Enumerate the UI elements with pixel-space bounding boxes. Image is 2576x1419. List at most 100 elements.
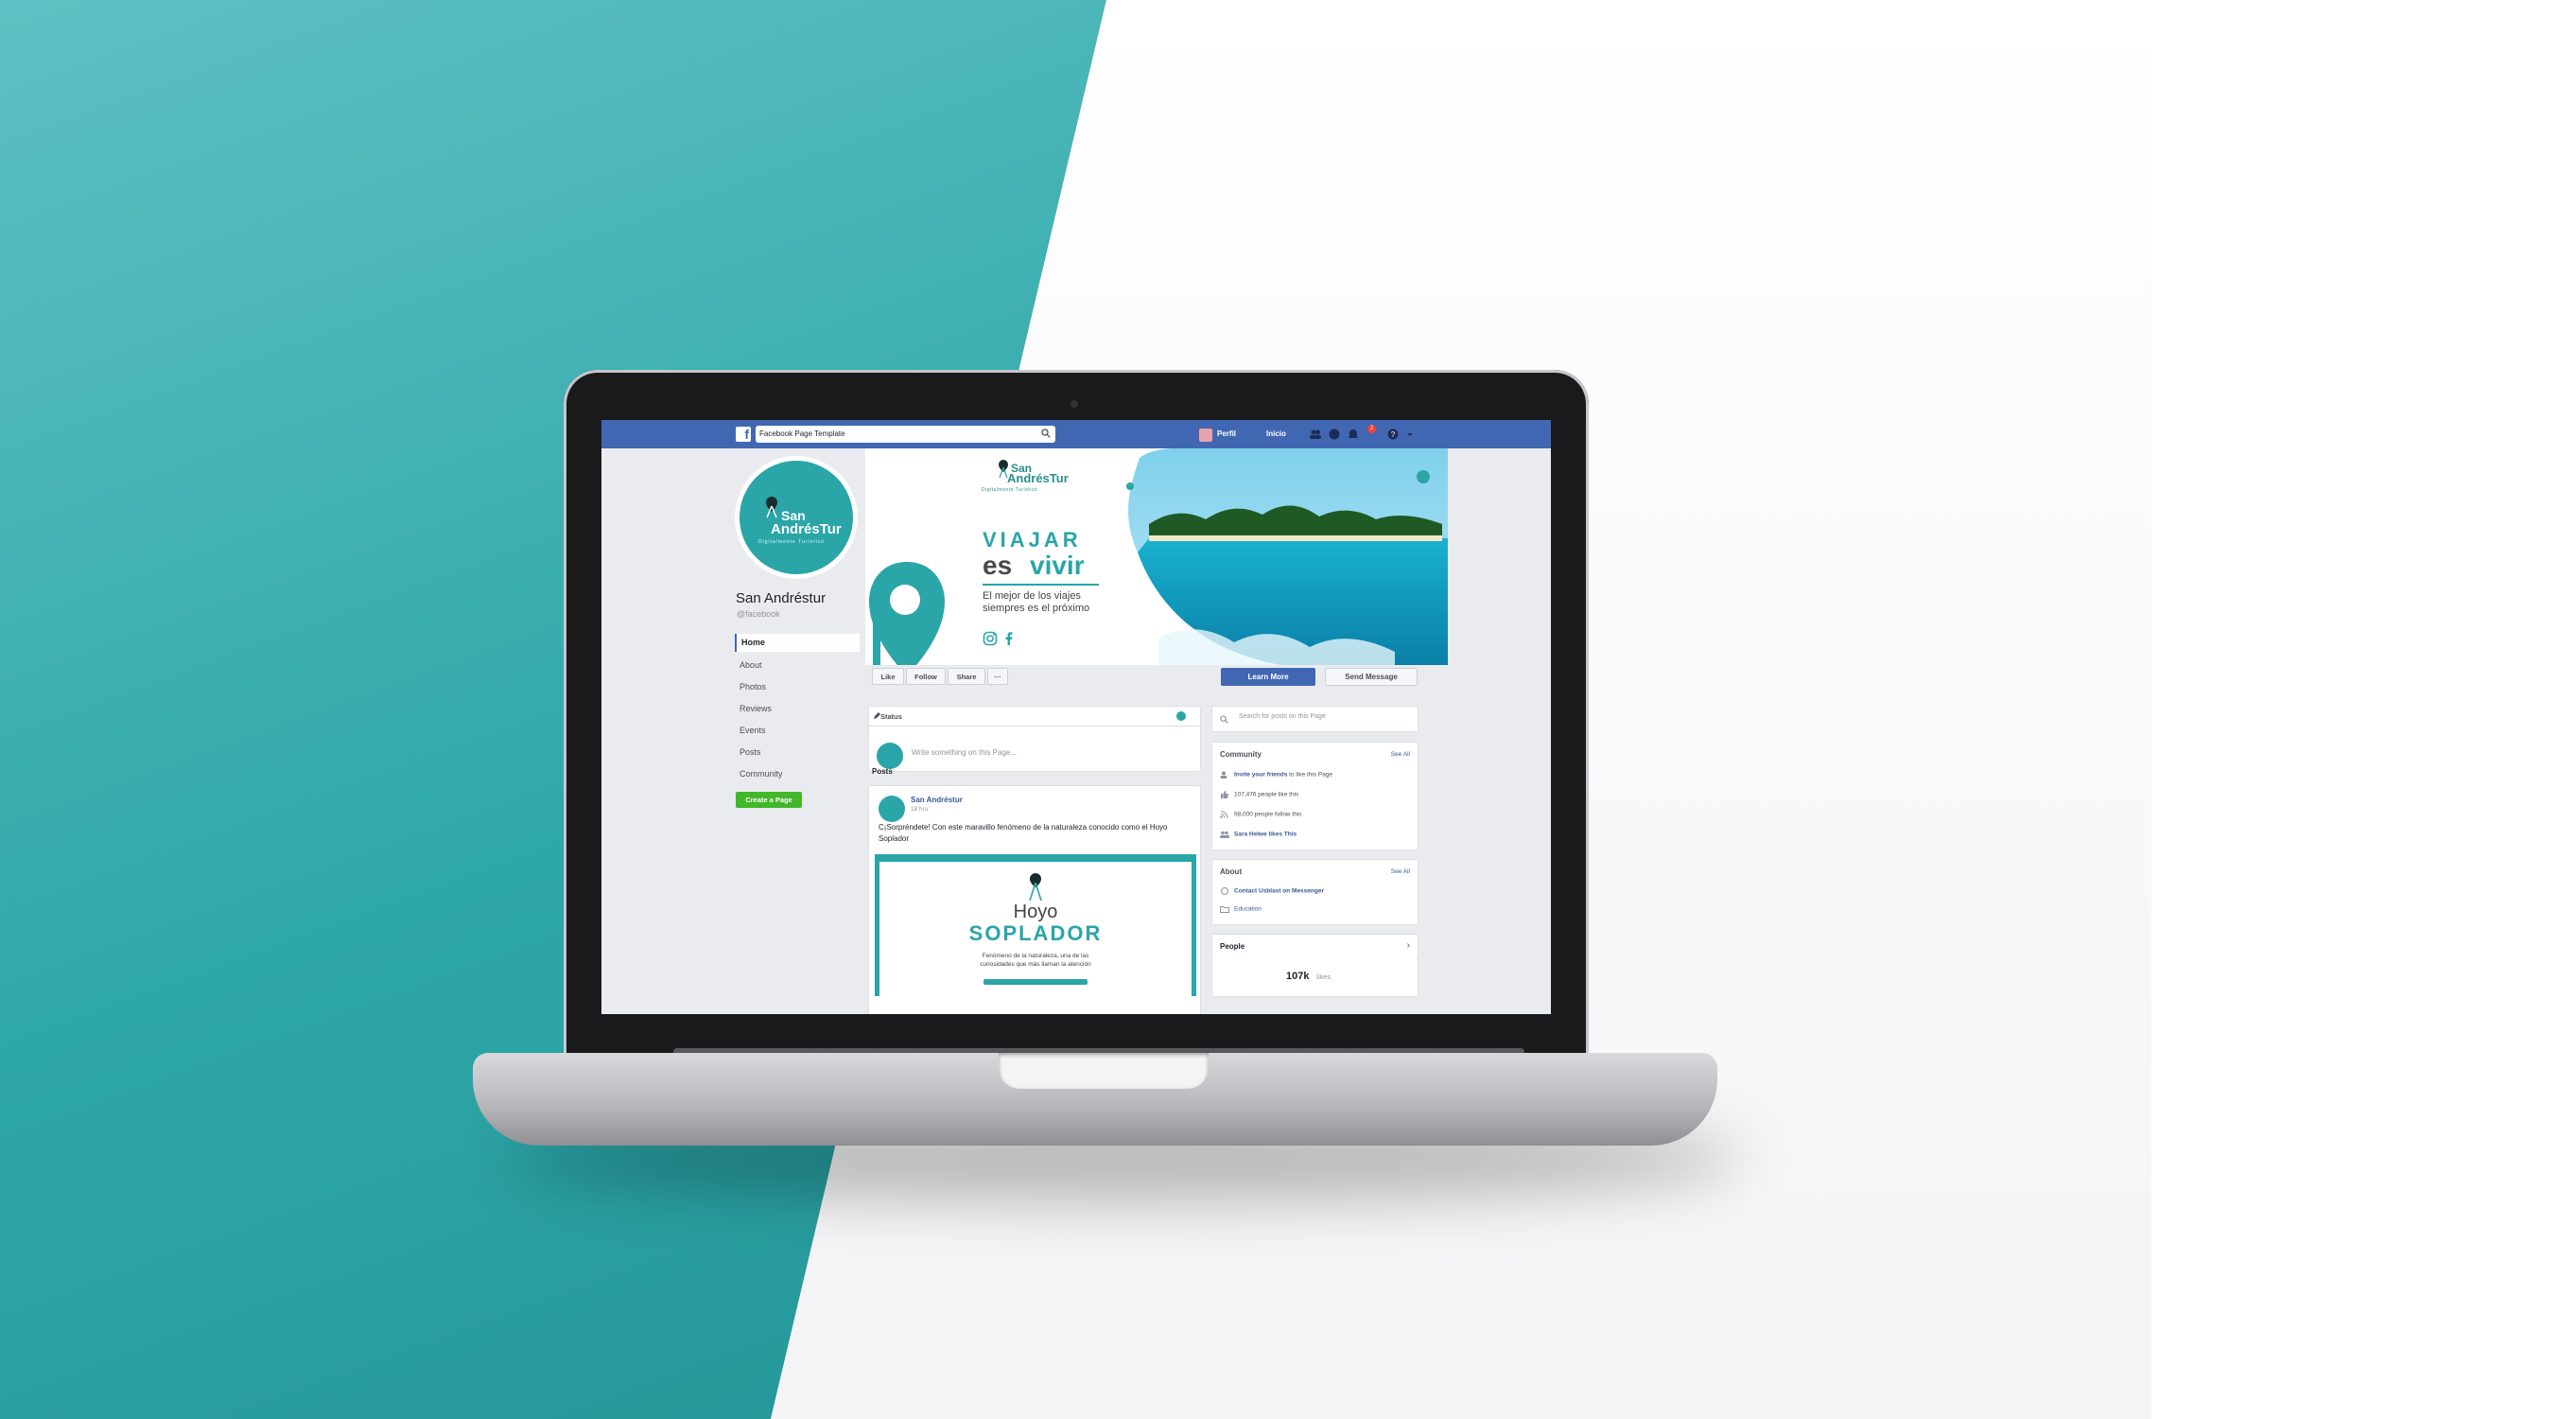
facebook-logo-icon[interactable]: f (736, 427, 751, 442)
about-see-all-link[interactable]: See All (1391, 868, 1410, 875)
location-pin-icon (766, 497, 777, 518)
cover-logo-tagline: Digitalmente Turístico (982, 487, 1038, 493)
cover-headline-2b: vivir (1030, 551, 1085, 580)
post-author[interactable]: San Andréstur (911, 796, 963, 804)
share-button[interactable]: Share (948, 668, 985, 685)
people-header[interactable]: People › (1211, 934, 1419, 960)
image-accent-bar (983, 979, 1088, 985)
cover-headline-1: VIAJAR (983, 528, 1082, 552)
posts-heading: Posts (872, 767, 893, 776)
avatar (877, 743, 903, 769)
image-caption-1: Fenómeno de la naturaleza, una de las (982, 953, 1089, 959)
chevron-down-icon[interactable] (1403, 428, 1417, 441)
cover-logo-line2: AndrésTur (1007, 471, 1069, 485)
rss-icon (1220, 811, 1228, 818)
notifications-icon[interactable] (1347, 428, 1360, 441)
category-row: Education (1220, 905, 1262, 913)
image-caption-2: curiosidades que más llaman la atención (980, 961, 1091, 968)
profile-picture[interactable]: San AndrésTur Digitalmente Turístico (735, 456, 858, 579)
friends-icon (1220, 831, 1229, 838)
category-link[interactable]: Education (1234, 906, 1262, 913)
folder-icon (1220, 906, 1229, 913)
cover-subtitle-2: siempres es el próximo (983, 603, 1090, 614)
profile-logo: San AndrésTur Digitalmente Turístico (740, 461, 853, 574)
community-card: Community See All Invite your friends to… (1211, 742, 1419, 850)
follows-row: 98,000 people follow this (1220, 811, 1302, 818)
instagram-icon[interactable] (983, 631, 998, 646)
community-title: Community (1220, 750, 1262, 759)
nav-item-about[interactable]: About (735, 656, 860, 677)
audience-selector[interactable] (1176, 711, 1186, 721)
status-tab[interactable]: Status (880, 712, 902, 721)
search-icon[interactable] (1041, 429, 1051, 438)
post-card: San Andréstur 18 hrs C¡Sorpréndete! Con … (868, 785, 1201, 1014)
invite-icon (1220, 771, 1227, 779)
nav-item-community[interactable]: Community (735, 764, 860, 786)
create-page-button[interactable]: Create a Page (736, 792, 802, 808)
divider (869, 726, 1200, 727)
cover-headline-2a: es (983, 551, 1013, 580)
messenger-icon (1221, 887, 1228, 895)
messenger-icon[interactable] (1328, 428, 1341, 441)
send-message-button[interactable]: Send Message (1325, 668, 1418, 686)
write-post-input[interactable]: Write something on this Page... (912, 748, 1017, 757)
nav-item-photos[interactable]: Photos (735, 677, 860, 699)
people-title: People (1220, 942, 1245, 951)
nav-item-events[interactable]: Events (735, 721, 860, 743)
follow-button[interactable]: Follow (906, 668, 946, 685)
facebook-icon[interactable] (1001, 631, 1017, 646)
post-image[interactable]: Hoyo SOPLADOR Fenómeno de la naturaleza,… (875, 854, 1196, 996)
location-pin-icon (1029, 873, 1042, 902)
profile-logo-tagline: Digitalmente Turístico (758, 539, 826, 545)
search-input[interactable]: Facebook Page Template (756, 426, 1055, 443)
beach-photo (1126, 448, 1448, 665)
image-title-2: SOPLADOR (968, 921, 1103, 945)
like-button[interactable]: Like (872, 668, 904, 685)
page-title: San Andréstur (736, 590, 827, 606)
notification-badge: 2 (1367, 425, 1376, 433)
community-see-all-link[interactable]: See All (1391, 751, 1410, 758)
more-options-button[interactable]: ··· (987, 668, 1008, 685)
chevron-right-icon[interactable]: › (1407, 940, 1410, 951)
cover-subtitle-1: El mejor de los viajes (983, 590, 1081, 602)
page-search[interactable]: Search for posts on this Page (1211, 706, 1419, 732)
likes-row: 107,476 people like this (1220, 791, 1298, 798)
nav-item-posts[interactable]: Posts (735, 743, 860, 764)
user-avatar[interactable] (1199, 429, 1212, 442)
status-composer[interactable]: Status Write something on this Page... (868, 706, 1201, 772)
search-icon (1220, 715, 1228, 724)
page-search-input[interactable]: Search for posts on this Page (1239, 713, 1326, 720)
follows-count: 98,000 people follow this (1234, 811, 1302, 818)
page-handle[interactable]: @facebook (737, 609, 780, 619)
contact-link[interactable]: Contact Usblast on Messenger (1234, 888, 1324, 895)
profile-logo-line2: AndrésTur (771, 521, 842, 537)
avatar[interactable] (879, 796, 905, 822)
post-image-content: Hoyo SOPLADOR Fenómeno de la naturaleza,… (879, 862, 1192, 996)
camera-icon (1070, 400, 1078, 408)
help-icon[interactable]: ? (1386, 428, 1400, 441)
pencil-icon (874, 712, 880, 719)
friend-like-row: Sara Helwe likes This (1220, 831, 1297, 838)
invite-friends-link[interactable]: Invite your friends (1234, 772, 1287, 779)
cover-underline (983, 584, 1099, 586)
svg-text:?: ? (1391, 430, 1396, 439)
post-timestamp[interactable]: 18 hrs (911, 806, 928, 813)
profile-link[interactable]: Perfil (1217, 429, 1236, 438)
nav-item-reviews[interactable]: Reviews (735, 699, 860, 721)
background-edge (2151, 0, 2576, 1419)
friends-icon[interactable] (1309, 428, 1322, 441)
about-title: About (1220, 867, 1243, 876)
friend-like-text[interactable]: Sara Helwe likes This (1234, 832, 1297, 838)
likes-count: 107,476 people like this (1234, 791, 1299, 798)
about-card: About See All Contact Usblast on Messeng… (1211, 859, 1419, 925)
cover-photo[interactable]: San AndrésTur Digitalmente Turístico VIA… (865, 448, 1448, 665)
page-nav: Home About Photos Reviews Events Posts C… (735, 634, 860, 786)
people-likes-label: likes (1316, 972, 1332, 981)
people-card: 107k likes (1211, 959, 1419, 997)
learn-more-button[interactable]: Learn More (1221, 668, 1315, 686)
home-link[interactable]: Inicio (1266, 429, 1286, 438)
map-pin-icon (869, 562, 945, 665)
people-likes-count: 107k (1286, 971, 1310, 982)
nav-item-home[interactable]: Home (735, 634, 860, 652)
invite-row: Invite your friends to like this Page (1220, 771, 1332, 779)
